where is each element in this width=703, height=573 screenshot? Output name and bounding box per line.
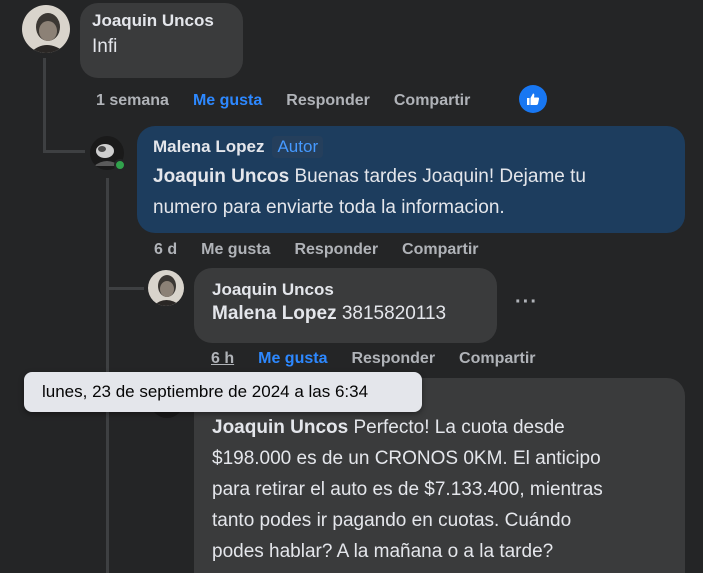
comment-text-line: Perfecto! La cuota desde bbox=[348, 417, 565, 438]
comment-timestamp[interactable]: 1 semana bbox=[96, 92, 169, 110]
comment-text-line: 3815820113 bbox=[336, 303, 447, 324]
comment-text: Malena Lopez 3815820113 bbox=[212, 300, 479, 328]
comment-text: Joaquin Uncos Buenas tardes Joaquin! Dej… bbox=[153, 161, 669, 223]
more-options-icon[interactable]: ··· bbox=[515, 291, 538, 314]
like-button[interactable]: Me gusta bbox=[258, 350, 327, 368]
comment-text-line: $198.000 es de un CRONOS 0KM. El anticip… bbox=[212, 448, 601, 469]
thread-branch bbox=[106, 287, 144, 290]
comment-text-line: podes hablar? A la mañana o a la tarde? bbox=[212, 541, 554, 562]
thread-branch bbox=[43, 150, 85, 153]
mention-link[interactable]: Malena Lopez bbox=[212, 303, 337, 324]
reply-button[interactable]: Responder bbox=[286, 92, 370, 110]
like-button[interactable]: Me gusta bbox=[201, 241, 270, 259]
comment-actions: 6 d Me gusta Responder Compartir bbox=[154, 241, 503, 259]
comment-thread: Joaquin Uncos Infi 1 semana Me gusta Res… bbox=[0, 0, 703, 573]
share-button[interactable]: Compartir bbox=[394, 92, 470, 110]
avatar[interactable] bbox=[148, 270, 184, 306]
comment-bubble: Malena Lopez Autor Joaquin Uncos Buenas t… bbox=[137, 126, 685, 233]
reply-button[interactable]: Responder bbox=[351, 350, 435, 368]
comment-actions: 1 semana Me gusta Responder Compartir bbox=[96, 92, 494, 110]
comment-text-line: Buenas tardes Joaquin! Dejame tu bbox=[289, 166, 586, 187]
timestamp-tooltip: lunes, 23 de septiembre de 2024 a las 6:… bbox=[24, 372, 422, 412]
online-status-icon bbox=[114, 159, 126, 171]
author-name[interactable]: Malena Lopez bbox=[153, 137, 264, 156]
comment-timestamp[interactable]: 6 d bbox=[154, 241, 177, 259]
comment-text-line: tanto podes ir pagando en cuotas. Cuándo bbox=[212, 510, 572, 531]
profile-photo-icon bbox=[148, 270, 184, 306]
share-button[interactable]: Compartir bbox=[402, 241, 478, 259]
share-button[interactable]: Compartir bbox=[459, 350, 535, 368]
mention-link[interactable]: Joaquin Uncos bbox=[153, 166, 289, 187]
comment-author[interactable]: Malena Lopez Autor bbox=[153, 136, 669, 158]
comment-text: Joaquin Uncos Perfecto! La cuota desde $… bbox=[212, 412, 667, 567]
comment-text-line: para retirar el auto es de $7.133.400, m… bbox=[212, 479, 603, 500]
avatar[interactable] bbox=[22, 5, 70, 53]
comment-text: Infi bbox=[92, 36, 118, 57]
like-button[interactable]: Me gusta bbox=[193, 92, 262, 110]
profile-photo-icon bbox=[22, 5, 70, 53]
comment-bubble: Joaquin Uncos Malena Lopez 3815820113 bbox=[194, 268, 497, 343]
thumbs-up-icon[interactable] bbox=[519, 85, 547, 113]
reply-button[interactable]: Responder bbox=[294, 241, 378, 259]
author-badge: Autor bbox=[272, 136, 324, 158]
comment-actions: 6 h Me gusta Responder Compartir bbox=[211, 350, 560, 368]
mention-link[interactable]: Joaquin Uncos bbox=[212, 417, 348, 438]
comment-timestamp[interactable]: 6 h bbox=[211, 350, 234, 368]
comment-text-line: numero para enviarte toda la informacion… bbox=[153, 197, 505, 218]
comment-author[interactable]: Joaquin Uncos bbox=[212, 280, 479, 300]
comment-bubble: Joaquin Uncos Infi bbox=[80, 3, 243, 78]
thread-line bbox=[43, 58, 46, 153]
comment-author[interactable]: Joaquin Uncos bbox=[92, 11, 231, 31]
